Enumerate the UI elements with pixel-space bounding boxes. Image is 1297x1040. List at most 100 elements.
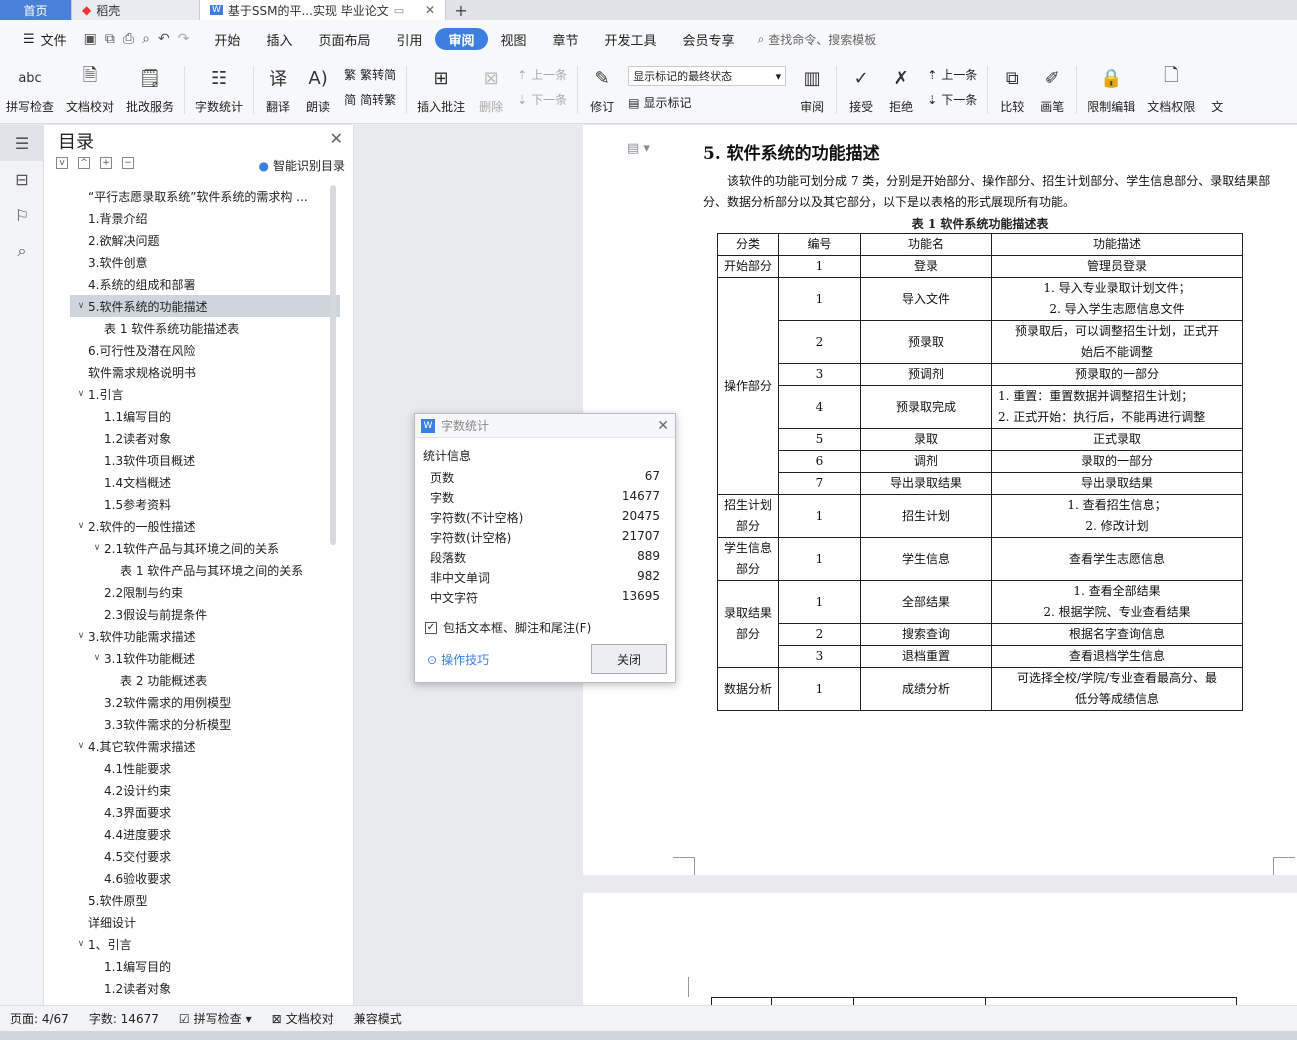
toc-item[interactable]: 4.5交付要求	[70, 845, 340, 867]
chevron-down-icon[interactable]: ∨	[74, 301, 88, 311]
restrict-edit-button[interactable]: 🔒 限制编辑	[1081, 62, 1141, 122]
toc-item[interactable]: 1.3软件项目概述	[70, 449, 340, 471]
more-button[interactable]: 文	[1201, 62, 1233, 122]
document-page-next[interactable]	[583, 893, 1297, 1006]
simplified-to-traditional-button[interactable]: 简简转繁	[344, 91, 396, 108]
word-count-indicator[interactable]: 字数: 14677	[79, 1010, 169, 1027]
toc-item[interactable]: 2.欲解决问题	[70, 229, 340, 251]
add-heading-icon[interactable]: +	[100, 157, 112, 169]
toc-item[interactable]: 3.2软件需求的用例模型	[70, 691, 340, 713]
remove-heading-icon[interactable]: −	[122, 157, 134, 169]
traditional-to-simplified-button[interactable]: 繁繁转简	[344, 66, 396, 83]
page-indicator[interactable]: 页面: 4/67	[0, 1010, 79, 1027]
prev-comment-button[interactable]: ⇡ 上一条	[517, 66, 567, 83]
toc-item[interactable]: 4.3界面要求	[70, 801, 340, 823]
menu-tab-6[interactable]: 章节	[540, 28, 592, 50]
toc-item[interactable]: 1.1编写目的	[70, 405, 340, 427]
chevron-down-icon[interactable]: ∨	[90, 653, 104, 663]
toc-item[interactable]: ∨ 2.1软件产品与其环境之间的关系	[70, 537, 340, 559]
close-icon[interactable]: ✕	[330, 129, 343, 148]
toc-item[interactable]: ∨ 3.软件功能需求描述	[70, 625, 340, 647]
toc-item[interactable]: 2.3假设与前提条件	[70, 603, 340, 625]
next-change-button[interactable]: ⇣ 下一条	[927, 91, 977, 108]
file-menu[interactable]: ☰ 文件	[10, 28, 80, 50]
toc-item[interactable]: 5.软件原型	[70, 889, 340, 911]
toc-item[interactable]: 表 1 软件系统功能描述表	[70, 317, 340, 339]
chevron-down-icon[interactable]: ∨	[74, 389, 88, 399]
screen-icon[interactable]: ▭	[394, 4, 404, 17]
dialog-titlebar[interactable]: W 字数统计 ✕	[415, 414, 675, 438]
toc-item[interactable]: 1.5参考资料	[70, 493, 340, 515]
word-count-button[interactable]: ☷ 字数统计	[189, 62, 249, 122]
compare-button[interactable]: ⧉ 比较	[992, 62, 1032, 122]
chevron-down-icon[interactable]: ∨	[90, 543, 104, 553]
chevron-down-icon[interactable]: ∨	[74, 741, 88, 751]
toc-item[interactable]: 1.2读者对象	[70, 427, 340, 449]
doc-permission-button[interactable]: 🗋 文档权限	[1141, 62, 1201, 122]
prev-change-button[interactable]: ⇡ 上一条	[927, 66, 977, 83]
menu-tab-0[interactable]: 开始	[201, 28, 253, 50]
toc-item[interactable]: 4.6验收要求	[70, 867, 340, 889]
delete-comment-button[interactable]: ⊠ 删除	[471, 62, 511, 122]
status-proof[interactable]: ⊠ 文档校对	[262, 1010, 344, 1027]
smart-toc-button[interactable]: ● 智能识别目录	[259, 157, 346, 174]
document-page[interactable]: ▤ ▾ 5. 软件系统的功能描述 该软件的功能可划分成 7 类，分别是开始部分、…	[583, 125, 1297, 875]
review-pane-button[interactable]: ▥ 审阅	[792, 62, 832, 122]
annotate-service-button[interactable]: 🗒 批改服务	[120, 62, 180, 122]
menu-tab-4[interactable]: 审阅	[435, 28, 488, 50]
print-icon[interactable]: ⎙	[123, 31, 134, 47]
menu-tab-8[interactable]: 会员专享	[670, 28, 748, 50]
toc-item[interactable]: ∨ 3.1软件功能概述	[70, 647, 340, 669]
pen-button[interactable]: ✐ 画笔	[1032, 62, 1072, 122]
revise-button[interactable]: ✎ 修订	[582, 62, 622, 122]
toc-item[interactable]: 表 2 功能概述表	[70, 669, 340, 691]
chapter-icon[interactable]: ⊟	[0, 161, 44, 197]
toc-item[interactable]: ∨ 4.其它软件需求描述	[70, 735, 340, 757]
toc-item[interactable]: 6.可行性及潜在风险	[70, 339, 340, 361]
chevron-down-icon[interactable]: ∨	[74, 631, 88, 641]
undo-icon[interactable]: ↶	[158, 31, 170, 47]
chevron-down-icon[interactable]: ∨	[74, 939, 88, 949]
next-comment-button[interactable]: ⇣ 下一条	[517, 91, 567, 108]
print-preview-icon[interactable]: ⌕	[142, 31, 150, 47]
export-pdf-icon[interactable]: ⧉	[105, 31, 115, 47]
command-search[interactable]: ⌕ 查找命令、搜索模板	[758, 31, 877, 48]
spell-check-button[interactable]: abc 拼写检查	[0, 62, 60, 122]
toc-item[interactable]: 2.2限制与约束	[70, 581, 340, 603]
redo-icon[interactable]: ↷	[178, 31, 190, 47]
document-proof-button[interactable]: 🗎 文档校对	[60, 62, 120, 122]
tab-document[interactable]: W 基于SSM的平...实现 毕业论文 ▭ ✕	[200, 0, 446, 20]
toc-item[interactable]: 4.4进度要求	[70, 823, 340, 845]
insert-comment-button[interactable]: ⊞ 插入批注	[411, 62, 471, 122]
show-markup-button[interactable]: ▤ 显示标记	[628, 94, 786, 111]
close-tab-icon[interactable]: ✕	[425, 3, 435, 17]
menu-tab-1[interactable]: 插入	[253, 28, 305, 50]
toc-item[interactable]: 详细设计	[70, 911, 340, 933]
menu-tab-5[interactable]: 视图	[488, 28, 540, 50]
toc-scrollbar[interactable]	[330, 185, 336, 545]
chevron-down-icon[interactable]: ∨	[74, 521, 88, 531]
menu-tab-3[interactable]: 引用	[383, 28, 435, 50]
toc-item[interactable]: 4.2设计约束	[70, 779, 340, 801]
toc-item[interactable]: 4.系统的组成和部署	[70, 273, 340, 295]
toc-item[interactable]: 4.1性能要求	[70, 757, 340, 779]
include-textbox-checkbox[interactable]: ✓ 包括文本框、脚注和尾注(F)	[425, 619, 591, 636]
menu-tab-7[interactable]: 开发工具	[592, 28, 670, 50]
close-icon[interactable]: ✕	[657, 418, 669, 434]
page-menu-icon[interactable]: ▤ ▾	[627, 141, 650, 156]
toc-item[interactable]: ∨ 2.软件的一般性描述	[70, 515, 340, 537]
tab-home[interactable]: 首页	[0, 0, 72, 20]
tab-daoke[interactable]: ◆ 稻壳	[72, 0, 200, 20]
toc-item[interactable]: 1.4文档概述	[70, 471, 340, 493]
translate-button[interactable]: 译翻译	[258, 62, 298, 122]
bookmark-icon[interactable]: ⚐	[0, 197, 44, 233]
menu-tab-2[interactable]: 页面布局	[305, 28, 383, 50]
toc-item[interactable]: 表 1 软件产品与其环境之间的关系	[70, 559, 340, 581]
save-icon[interactable]: ▣	[84, 31, 97, 47]
toc-item[interactable]: 3.3软件需求的分析模型	[70, 713, 340, 735]
markup-state-select[interactable]: 显示标记的最终状态 ▾	[628, 66, 787, 86]
toc-item[interactable]: ∨ 5.软件系统的功能描述	[70, 295, 340, 317]
search-panel-icon[interactable]: ⌕	[0, 233, 44, 269]
expand-all-icon[interactable]: v	[56, 157, 68, 169]
tips-link[interactable]: ⊙ 操作技巧	[427, 651, 489, 668]
